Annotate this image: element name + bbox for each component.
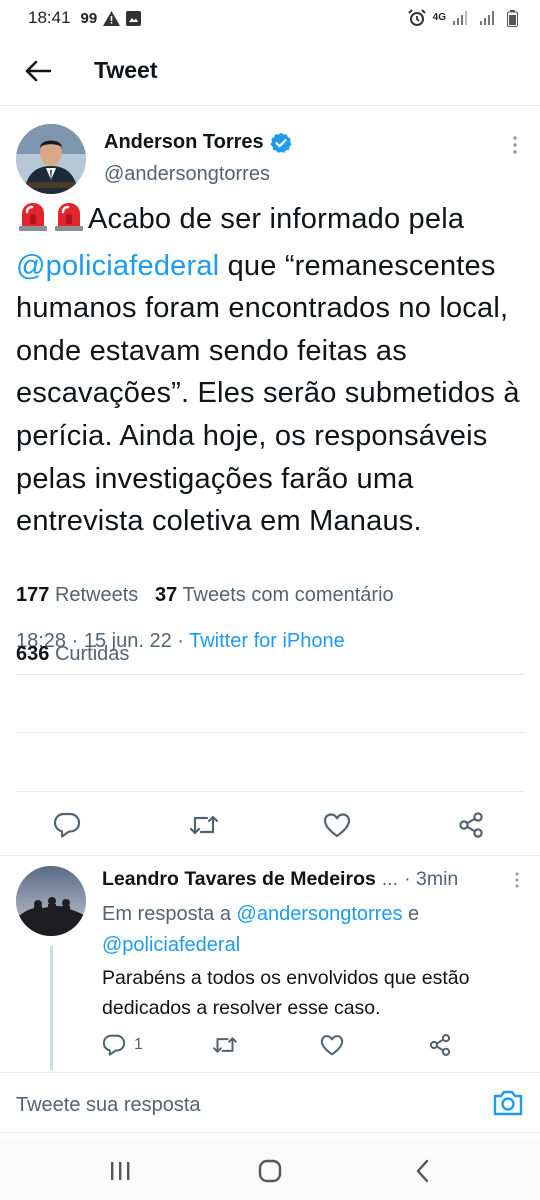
tweet-author-row: Anderson Torres @andersongtorres — [0, 107, 540, 197]
reply-to-line: Em resposta a @andersongtorres e @polici… — [102, 899, 502, 961]
author-avatar[interactable] — [16, 124, 86, 194]
likes-label: Curtidas — [54, 643, 130, 665]
author-handle[interactable]: @andersongtorres — [104, 163, 270, 186]
system-navigation-bar — [0, 1140, 540, 1200]
home-icon — [258, 1159, 282, 1183]
likes-stat[interactable]: 636 Curtidas — [16, 643, 129, 666]
tweet-text-part2: que “remanescentes humanos foram encontr… — [16, 249, 520, 538]
notification-count: 99 — [80, 9, 98, 27]
network-type: 4G — [432, 12, 446, 23]
home-button[interactable] — [255, 1156, 285, 1186]
retweets-count: 177 — [16, 584, 50, 606]
more-vertical-icon — [515, 872, 519, 887]
share-button[interactable] — [454, 808, 488, 842]
status-time: 18:41 — [28, 8, 71, 27]
share-icon — [459, 812, 483, 838]
back-nav-button[interactable] — [408, 1156, 438, 1186]
likes-count: 636 — [16, 643, 50, 665]
divider — [16, 791, 524, 792]
reply-like-button[interactable] — [320, 1030, 344, 1060]
reply-count: 1 — [134, 1036, 143, 1053]
back-button[interactable] — [18, 51, 58, 91]
divider — [16, 674, 524, 675]
tweet-source-link[interactable]: Twitter for iPhone — [189, 630, 345, 652]
retweet-icon — [213, 1037, 237, 1053]
page-title: Tweet — [94, 57, 158, 83]
divider — [16, 732, 524, 733]
signal-2-icon — [480, 11, 494, 25]
reply-action-bar: 1 — [102, 1030, 462, 1060]
reply-to-label: Em resposta a — [102, 903, 231, 925]
signal-icon — [453, 11, 467, 25]
author-photo — [16, 124, 86, 194]
retweets-stat[interactable]: 177 Retweets — [16, 584, 138, 606]
gallery-notification-icon — [126, 10, 142, 26]
alarm-icon — [407, 9, 426, 26]
reply-composer — [0, 1076, 540, 1134]
retweets-label: Retweets — [54, 584, 139, 606]
status-bar: 18:41 99 4G — [0, 0, 540, 36]
reply-reply-button[interactable]: 1 — [102, 1030, 143, 1060]
like-icon — [323, 813, 351, 838]
quote-label: Tweets com comentário — [182, 584, 394, 606]
like-icon — [320, 1035, 344, 1056]
reply-avatar-photo — [16, 866, 86, 936]
camera-button[interactable] — [492, 1088, 524, 1120]
author-name[interactable]: Anderson Torres — [104, 131, 264, 154]
reply-more-button[interactable] — [512, 870, 522, 890]
more-vertical-icon — [513, 136, 517, 154]
section-separator — [0, 1072, 540, 1073]
share-icon — [429, 1034, 451, 1056]
reply-body: Parabéns a todos os envolvidos que estão… — [102, 967, 470, 1019]
tweet-action-bar — [0, 800, 540, 850]
like-button[interactable] — [320, 808, 354, 842]
reply-time: 3min — [416, 868, 459, 890]
siren-icon — [16, 200, 50, 245]
reply-icon — [102, 1034, 126, 1056]
top-app-bar: Tweet — [0, 36, 540, 106]
quote-tweets-stat[interactable]: 37 Tweets com comentário — [155, 584, 394, 606]
thread-line — [50, 946, 53, 1070]
reply-input[interactable] — [16, 1088, 476, 1122]
reply-to-mention-2[interactable]: @policiafederal — [102, 934, 240, 956]
reply-to-conjunction: e — [408, 903, 420, 925]
reply-author-avatar[interactable] — [16, 866, 86, 936]
main-tweet: Anderson Torres @andersongtorres Acabo d… — [0, 107, 540, 652]
retweet-button[interactable] — [187, 808, 221, 842]
quote-count: 37 — [154, 584, 178, 606]
name-truncation: ... — [381, 868, 399, 890]
battery-icon — [507, 9, 518, 27]
warning-icon — [103, 10, 121, 26]
reply-to-mention-1[interactable]: @andersongtorres — [237, 903, 403, 925]
reply-icon — [53, 812, 81, 838]
tweet-more-button[interactable] — [510, 133, 520, 157]
recent-apps-button[interactable] — [105, 1156, 135, 1186]
back-nav-icon — [416, 1159, 429, 1183]
mention-link[interactable]: @policiafederal — [16, 250, 219, 282]
recent-apps-icon — [111, 1162, 130, 1180]
reply-button[interactable] — [50, 808, 84, 842]
retweet-icon — [189, 815, 219, 835]
reply-share-button[interactable] — [428, 1030, 452, 1060]
retweet-stats: 177 Retweets 37 Tweets com comentário — [16, 584, 394, 607]
verified-badge-icon — [270, 132, 292, 153]
reply-retweet-button[interactable] — [212, 1030, 238, 1060]
tweet-text-part1: Acabo de ser informado pela — [88, 203, 465, 235]
tweet-body: Acabo de ser informado pela @policiafeder… — [16, 198, 531, 543]
camera-icon — [493, 1090, 523, 1116]
siren-icon — [52, 200, 86, 245]
section-separator — [0, 1132, 540, 1133]
reply-header: Leandro Tavares de Medeiros ... · 3min — [102, 868, 522, 891]
reply-author-name[interactable]: Leandro Tavares de Medeiros — [102, 868, 376, 891]
back-arrow-icon — [25, 60, 51, 81]
section-separator — [0, 855, 540, 856]
